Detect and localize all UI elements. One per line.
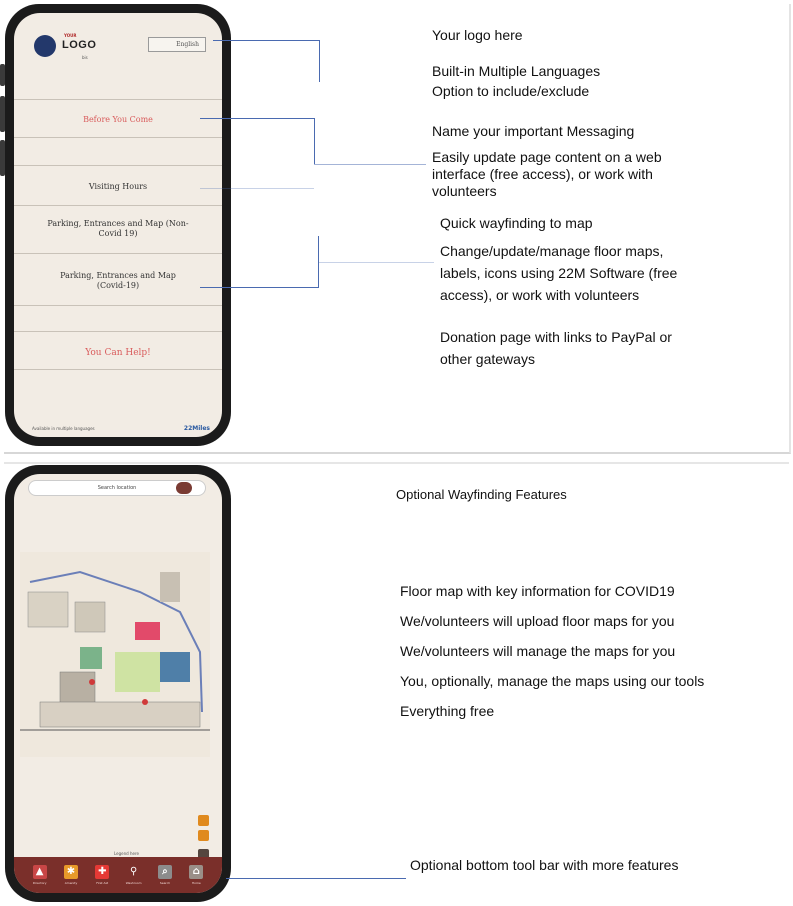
- washroom-icon: ⚲: [129, 866, 138, 877]
- search-icon: ⌕: [157, 865, 172, 879]
- zoom-out-button[interactable]: [198, 830, 209, 841]
- note-logo: Your logo here: [432, 27, 523, 43]
- note-languages-1: Built-in Multiple Languages: [432, 63, 601, 79]
- toolbar-washroom[interactable]: ⚲ Washroom: [124, 865, 144, 885]
- toolbar-home[interactable]: ⌂ Home: [186, 865, 206, 885]
- note-languages-2: Option to include/exclude: [432, 83, 590, 99]
- connector-line: [314, 118, 315, 164]
- volume-button: [0, 96, 5, 132]
- phone-mockup-map: Search location Legend here ▲ Directory …: [5, 465, 231, 902]
- divider: [14, 305, 222, 306]
- toolbar-directory[interactable]: ▲ Directory: [30, 865, 50, 885]
- note-wayfinding-title: Quick wayfinding to map: [440, 215, 593, 231]
- floor-map[interactable]: [20, 552, 210, 757]
- note-feature-4: You, optionally, manage the maps using o…: [400, 673, 705, 689]
- map-caption: Legend here: [114, 851, 139, 856]
- star-icon: ✱: [63, 865, 78, 879]
- menu-item-visiting-hours[interactable]: Visiting Hours: [14, 182, 222, 192]
- connector-line: [318, 262, 434, 263]
- connector-line: [200, 118, 315, 119]
- bottom-toolbar: ▲ Directory ✱ Amenity ✚ First Aid ⚲ Wash…: [14, 857, 222, 893]
- cross-icon: ✚: [95, 865, 110, 879]
- logo: YOUR LOGO bis: [34, 33, 114, 69]
- footer-brand: 22Miles: [183, 425, 210, 432]
- divider: [14, 99, 222, 100]
- toolbar-amenity[interactable]: ✱ Amenity: [61, 865, 81, 885]
- divider: [14, 205, 222, 206]
- logo-small-text: YOUR: [64, 33, 77, 38]
- connector-line: [200, 287, 318, 288]
- divider: [14, 165, 222, 166]
- note-feature-5: Everything free: [400, 703, 495, 719]
- connector-line: [200, 188, 314, 189]
- note-donation-2: other gateways: [440, 351, 535, 367]
- note-wayfinding-features: Optional Wayfinding Features: [396, 487, 567, 502]
- home-icon: ⌂: [189, 865, 204, 879]
- connector-line: [314, 164, 426, 165]
- connector-line: [319, 40, 320, 82]
- logo-text: LOGO: [62, 39, 97, 51]
- zoom-in-button[interactable]: [198, 815, 209, 826]
- note-floor-3: access), or work with volunteers: [440, 287, 640, 303]
- language-button[interactable]: English: [148, 37, 206, 52]
- power-button: [0, 140, 5, 176]
- note-messaging-2: interface (free access), or work with: [432, 166, 653, 182]
- note-feature-2: We/volunteers will upload floor maps for…: [400, 613, 675, 629]
- logo-mark: [34, 35, 56, 57]
- divider: [14, 369, 222, 370]
- note-messaging-title: Name your important Messaging: [432, 123, 635, 139]
- toolbar-search[interactable]: ⌕ Search: [155, 865, 175, 885]
- phone-mockup-home: YOUR LOGO bis English Before You Come Vi…: [0, 4, 231, 446]
- volume-button: [0, 64, 5, 86]
- menu-item-you-can-help[interactable]: You Can Help!: [14, 348, 222, 358]
- phone-screen: YOUR LOGO bis English Before You Come Vi…: [14, 13, 222, 437]
- note-feature-1: Floor map with key information for COVID…: [400, 583, 675, 599]
- logo-subtext: bis: [82, 55, 88, 60]
- building-icon: ▲: [32, 865, 47, 879]
- note-floor-2: labels, icons using 22M Software (free: [440, 265, 678, 281]
- connector-line: [213, 40, 319, 41]
- note-floor-1: Change/update/manage floor maps,: [440, 243, 664, 259]
- note-messaging-1: Easily update page content on a web: [432, 149, 662, 165]
- menu-item-parking-non-covid[interactable]: Parking, Entrances and Map (Non-Covid 19…: [46, 219, 190, 239]
- connector-line: [226, 878, 406, 879]
- footer-text: Available in multiple languages: [32, 426, 95, 431]
- search-button[interactable]: [176, 482, 192, 494]
- phone-screen: Search location Legend here ▲ Directory …: [14, 474, 222, 893]
- toolbar-first-aid[interactable]: ✚ First Aid: [92, 865, 112, 885]
- divider: [14, 331, 222, 332]
- note-messaging-3: volunteers: [432, 183, 497, 199]
- menu-item-parking-covid[interactable]: Parking, Entrances and Map (Covid-19): [46, 271, 190, 291]
- note-donation-1: Donation page with links to PayPal or: [440, 329, 672, 345]
- note-toolbar: Optional bottom tool bar with more featu…: [410, 857, 679, 873]
- divider: [14, 137, 222, 138]
- menu-item-before-you-come[interactable]: Before You Come: [14, 115, 222, 125]
- divider: [14, 253, 222, 254]
- note-feature-3: We/volunteers will manage the maps for y…: [400, 643, 676, 659]
